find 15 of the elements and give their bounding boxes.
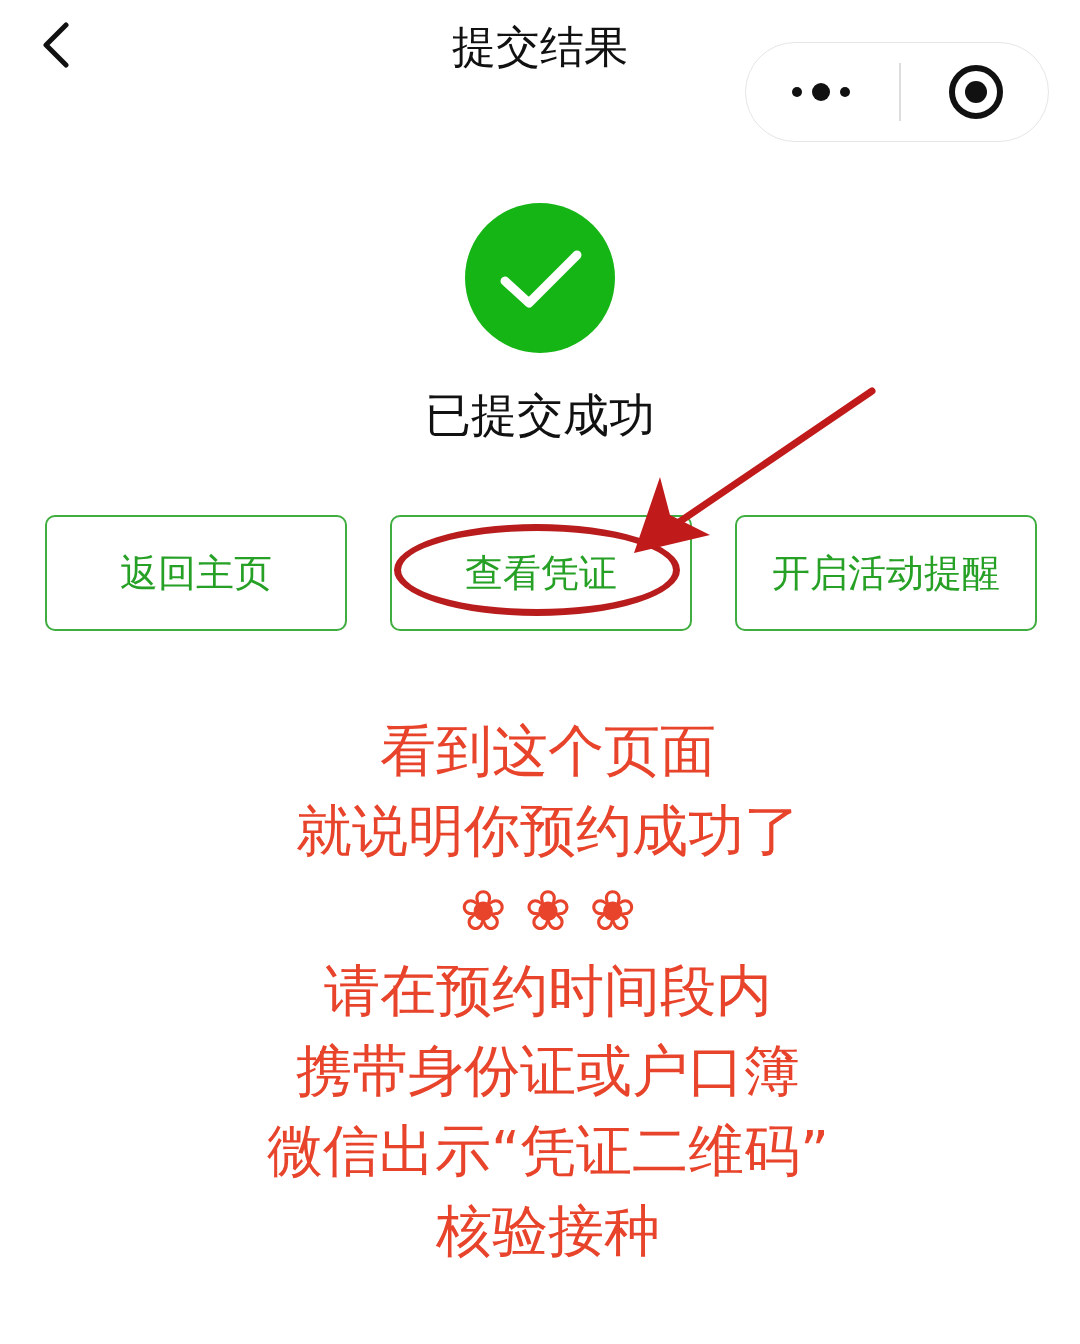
action-button[interactable]: 返回主页 [45, 515, 347, 631]
close-icon[interactable] [947, 63, 1005, 121]
success-message: 已提交成功 [424, 387, 656, 444]
note-text: 就说明你预约成功了 [296, 797, 800, 865]
back-icon[interactable] [40, 22, 70, 68]
note-text: 微信出示“凭证二维码” [267, 1117, 829, 1185]
note-text: ❀ ❀ ❀ [459, 877, 637, 945]
action-button[interactable]: 开启活动提醒 [735, 515, 1037, 631]
note-text: 携带身份证或户口簿 [296, 1037, 800, 1105]
page-title: 提交结果 [451, 20, 629, 74]
note-text: 请在预约时间段内 [324, 957, 772, 1025]
more-icon[interactable] [789, 82, 853, 102]
note-text: 看到这个页面 [380, 717, 716, 785]
note-text: 核验接种 [436, 1197, 660, 1265]
success-icon [465, 203, 615, 353]
